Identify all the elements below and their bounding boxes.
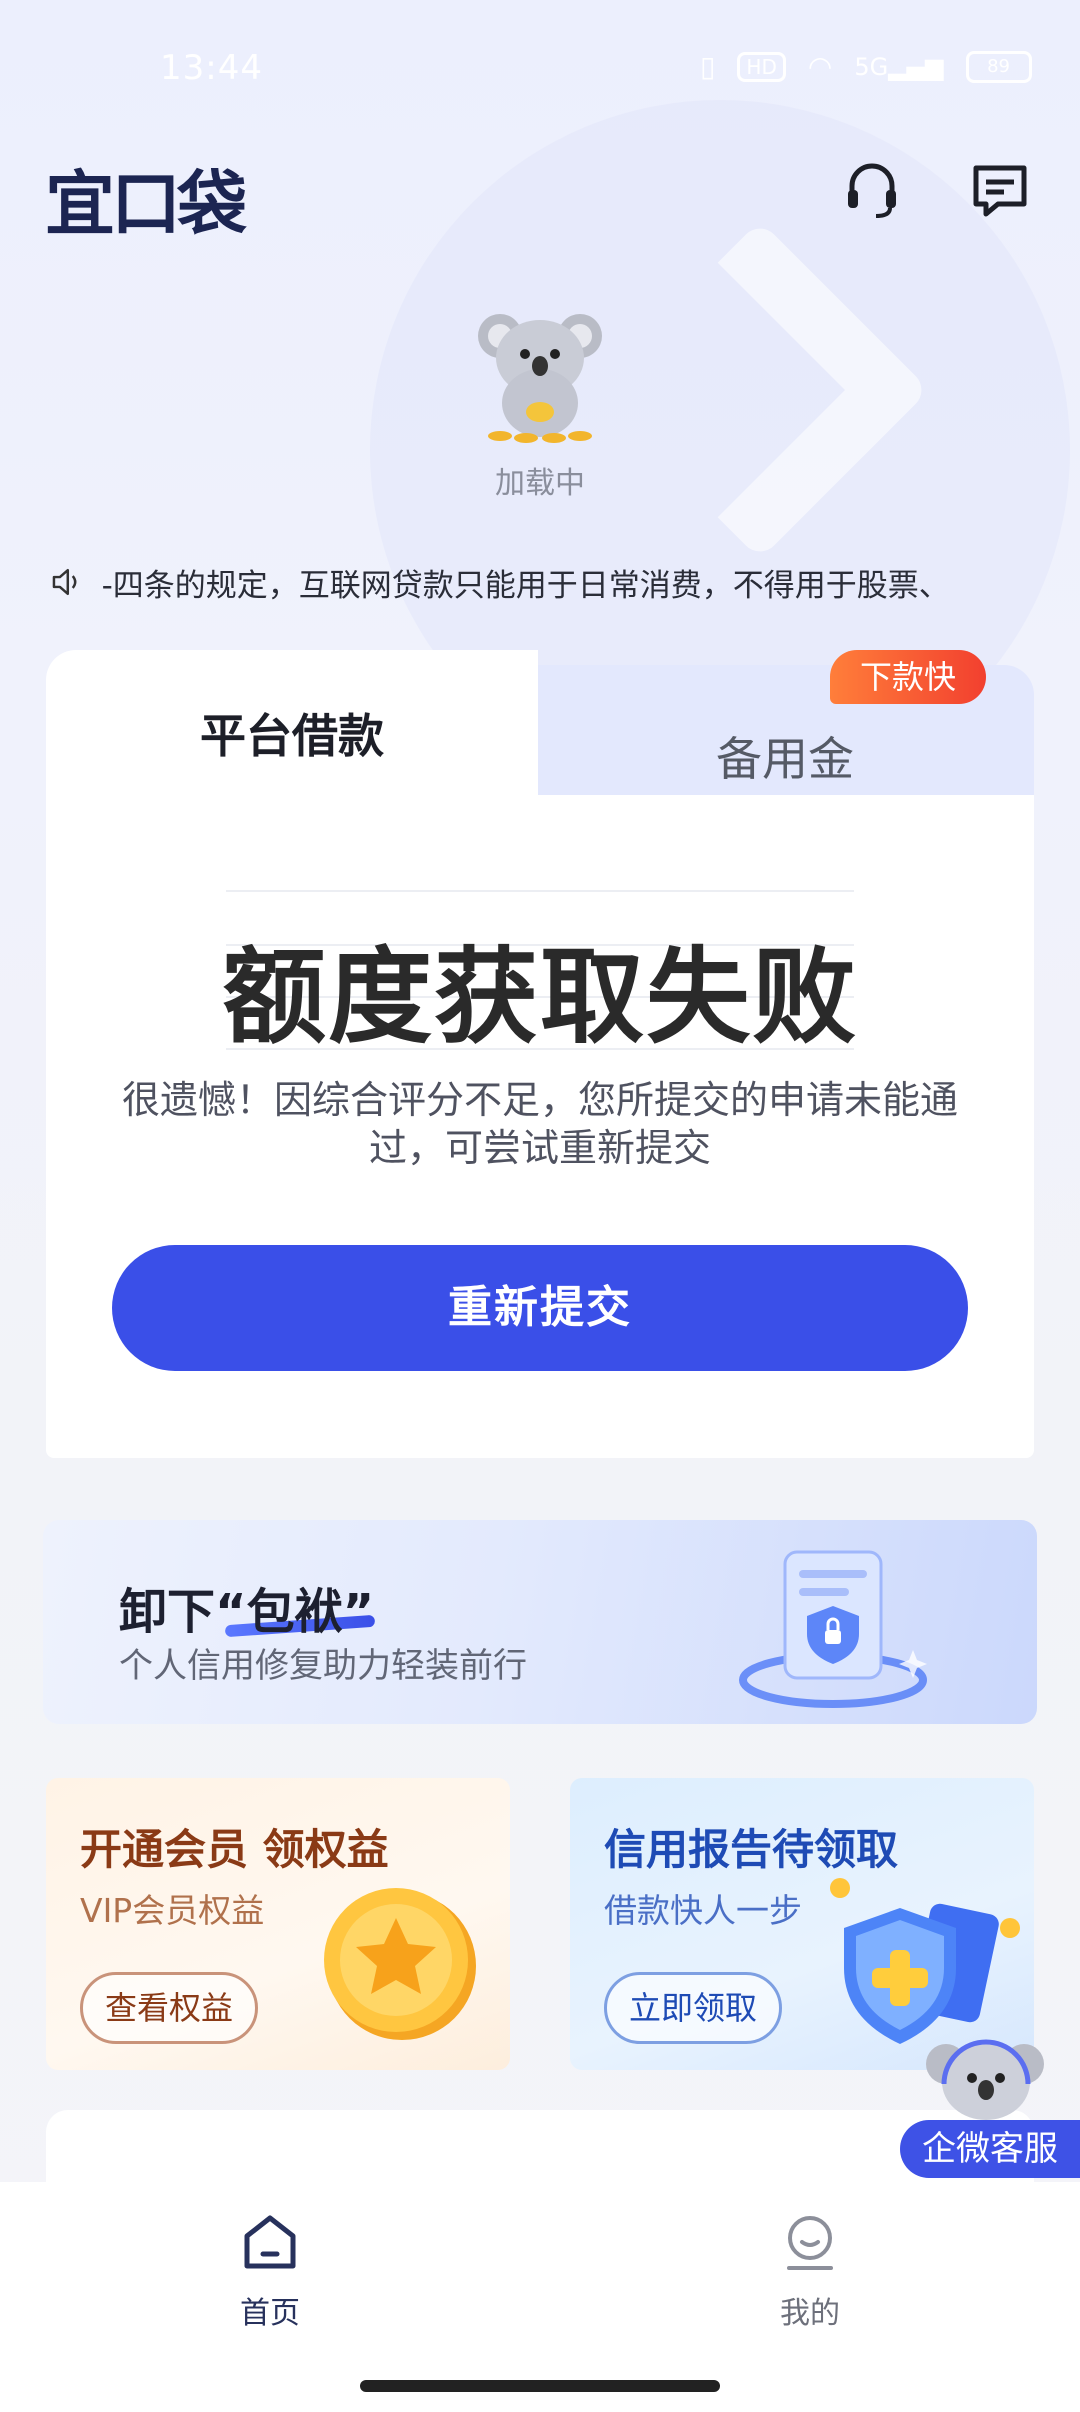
status-bar: 13:44 ▯ HD ◠ 5G▂▄▆ 89	[0, 0, 1080, 140]
nav-mine-label: 我的	[780, 2296, 840, 2331]
status-title: 额度获取失败	[221, 936, 858, 1058]
fast-loan-badge: 下款快	[830, 650, 986, 704]
star-coin-icon	[324, 1888, 476, 2040]
gesture-home-bar[interactable]	[360, 2380, 720, 2392]
resubmit-button[interactable]: 重新提交	[112, 1245, 968, 1371]
vip-promo-title: 开通会员 领权益	[80, 1825, 389, 1874]
notice-text: -四条的规定，互联网贷款只能用于日常消费，不得用于股票、	[101, 567, 950, 604]
nav-home-label: 首页	[240, 2296, 300, 2331]
vibrate-icon: ▯	[700, 50, 716, 83]
vip-promo-subtitle: VIP会员权益	[80, 1891, 265, 1930]
home-icon	[244, 2215, 296, 2269]
banner-title-highlight: “包袱”	[215, 1584, 375, 1640]
claim-now-button[interactable]: 立即领取	[604, 1972, 782, 2044]
credit-repair-banner[interactable]: 卸下“包袱” 个人信用修复助力轻装前行	[43, 1520, 1037, 1724]
wifi-icon: ◠	[807, 50, 833, 83]
tab-backup-fund-label: 备用金	[716, 732, 854, 786]
battery-icon: 89	[965, 50, 1032, 83]
speaker-icon	[52, 568, 77, 596]
vip-promo-card[interactable]: 开通会员 领权益 VIP会员权益 查看权益	[46, 1778, 510, 2070]
headset-icon[interactable]	[840, 158, 904, 222]
nav-home[interactable]: 首页	[170, 2212, 370, 2332]
banner-title: 卸下“包袱”	[119, 1572, 374, 1642]
banner-subtitle: 个人信用修复助力轻装前行	[119, 1646, 527, 1686]
banner-title-prefix: 卸下	[119, 1584, 216, 1640]
hd-icon: HD	[737, 51, 786, 82]
network-type: 5G	[854, 52, 889, 81]
credit-promo-subtitle: 借款快人一步	[604, 1891, 802, 1930]
tab-platform-loan[interactable]: 平台借款	[46, 700, 538, 766]
nav-mine[interactable]: 我的	[710, 2212, 910, 2332]
bottom-navigation: 首页 我的	[0, 2182, 1080, 2412]
status-description: 很遗憾！因综合评分不足，您所提交的申请未能通过，可尝试重新提交	[121, 1078, 958, 1170]
wecom-support-button[interactable]: 企微客服	[900, 2120, 1080, 2178]
view-benefits-button[interactable]: 查看权益	[80, 1972, 258, 2044]
signal-icon: 5G▂▄▆	[854, 52, 944, 81]
profile-icon	[787, 2216, 833, 2270]
koala-mascot-image	[478, 314, 602, 443]
status-icons: ▯ HD ◠ 5G▂▄▆ 89	[700, 50, 1032, 83]
message-icon[interactable]	[968, 158, 1032, 222]
document-shield-icon	[739, 1550, 927, 1708]
notice-bar[interactable]: -四条的规定，互联网贷款只能用于日常消费，不得用于股票、	[50, 558, 1050, 606]
status-time: 13:44	[160, 48, 263, 88]
loan-card: 备用金 平台借款 额度获取失败 很遗憾！因综合评分不足，您所提交的申请未能通过，…	[46, 650, 1034, 1458]
loading-text: 加载中	[495, 466, 585, 501]
app-logo: 宜口袋	[45, 163, 247, 245]
